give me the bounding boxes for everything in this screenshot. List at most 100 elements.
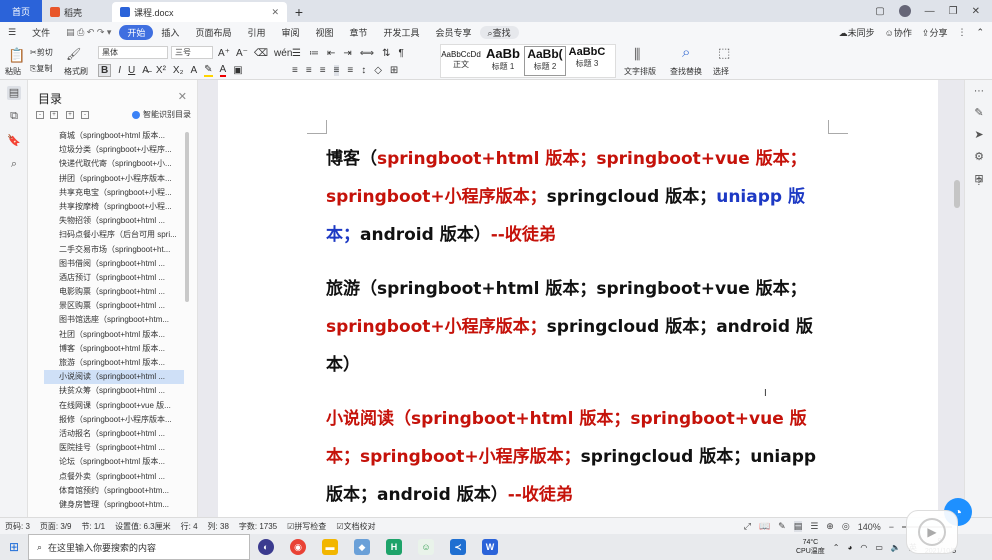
bullet-list-icon[interactable]: ☰ [292, 48, 301, 59]
expand-all-icon[interactable]: + [66, 111, 74, 119]
menu-view[interactable]: 视图 [307, 26, 341, 39]
grow-font-icon[interactable]: A⁺ [218, 48, 230, 59]
tab-document[interactable]: 课程.docx ✕ [112, 2, 287, 22]
toc-item[interactable]: 共享按摩椅（springboot+小程... [44, 200, 184, 214]
align-right-icon[interactable]: ≡ [320, 65, 326, 76]
outline-view-icon[interactable]: ☰ [810, 521, 818, 532]
remove-icon[interactable]: - [81, 111, 89, 119]
status-words[interactable]: 字数: 1735 [234, 521, 282, 532]
unsync-button[interactable]: ☁未同步 [839, 26, 875, 39]
strikethrough-icon[interactable]: A̶ [142, 65, 149, 76]
toc-item[interactable]: 失物招领（springboot+html ... [44, 214, 184, 228]
close-window-icon[interactable]: ✕ [972, 6, 980, 17]
italic-icon[interactable]: I [118, 65, 121, 76]
more-icon[interactable]: ⋮ [957, 27, 966, 38]
toc-item[interactable]: 报修（springboot+小程序版本... [44, 413, 184, 427]
line-spacing-icon[interactable]: ↕ [361, 65, 366, 76]
taskbar-app-7[interactable]: ≺ [442, 534, 474, 560]
find-replace-button[interactable]: 查找替换 [670, 66, 702, 77]
format-painter-button[interactable]: 格式刷 [64, 66, 88, 77]
taskbar-app-2[interactable]: ◉ [282, 534, 314, 560]
minimize-icon[interactable]: — [925, 6, 935, 17]
brush-icon[interactable]: 🖌 [66, 47, 81, 61]
tray-expand-icon[interactable]: ⌃ [833, 543, 840, 552]
cut-button[interactable]: ✂剪切 [30, 47, 53, 58]
close-tab-icon[interactable]: ✕ [271, 7, 279, 18]
toc-item[interactable]: 医院挂号（springboot+html ... [44, 441, 184, 455]
eye-protect-icon[interactable]: ◎ [842, 521, 850, 532]
video-player-widget[interactable]: ▶ [906, 510, 958, 554]
taskbar-app-6[interactable]: ☺ [410, 534, 442, 560]
toc-item[interactable]: 点餐外卖（springboot+html ... [44, 470, 184, 484]
numbered-list-icon[interactable]: ≔ [309, 48, 319, 59]
toc-item[interactable]: 共享充电宝（springboot+小程... [44, 186, 184, 200]
menu-file[interactable]: 文件 [24, 26, 58, 39]
taskbar-app-4[interactable]: ◆ [346, 534, 378, 560]
toc-item[interactable]: 扶贫众筹（springboot+html ... [44, 384, 184, 398]
menu-start[interactable]: 开始 [119, 24, 154, 40]
paste-icon[interactable]: 📋 [8, 47, 25, 64]
menu-review[interactable]: 审阅 [273, 26, 307, 39]
spell-check-button[interactable]: ☑拼写检查 [282, 521, 331, 532]
bold-icon[interactable]: B [98, 63, 112, 77]
toc-panel-icon[interactable]: ▤ [7, 86, 21, 100]
cpu-temp[interactable]: 74°C CPU温度 [796, 538, 825, 556]
text-effect-icon[interactable]: A [190, 65, 197, 76]
menu-insert[interactable]: 插入 [153, 26, 187, 39]
collapse-ribbon-icon[interactable]: ⌃ [976, 27, 984, 38]
restore-icon[interactable]: ❐ [949, 6, 958, 17]
taskbar-search[interactable]: ⌕ 在这里输入你要搜索的内容 [28, 534, 250, 560]
toc-item[interactable]: 拼团（springboot+小程序版本... [44, 172, 184, 186]
menu-member[interactable]: 会员专享 [428, 26, 480, 39]
toc-item[interactable]: 商城（springboot+html 版本... [44, 129, 184, 143]
web-view-icon[interactable]: ⊕ [826, 521, 834, 532]
taskbar-app-1[interactable]: ◐ [250, 534, 282, 560]
proofread-button[interactable]: ☑文档校对 [331, 521, 380, 532]
taskbar-app-8[interactable]: W [474, 534, 506, 560]
align-left-icon[interactable]: ≡ [292, 65, 298, 76]
phonetic-icon[interactable]: wén [274, 48, 292, 59]
distribute-icon[interactable]: ≡ [347, 65, 353, 76]
read-mode-icon[interactable]: 📖 [759, 521, 770, 532]
taskbar-app-3[interactable]: ▬ [314, 534, 346, 560]
windows-start-icon[interactable]: ⊞ [0, 534, 28, 560]
style-heading-3[interactable]: AaBbC 标题 3 [566, 46, 608, 76]
underline-icon[interactable]: U [128, 65, 135, 76]
copy-button[interactable]: ⎘复制 [30, 63, 52, 74]
text-layout-icon[interactable]: ⫼ [634, 46, 640, 63]
edit-mode-icon[interactable]: ✎ [778, 521, 786, 532]
toc-item[interactable]: 二手交易市场（springboot+ht... [44, 243, 184, 257]
toc-item[interactable]: 图书借阅（springboot+html ... [44, 257, 184, 271]
tab-straw[interactable]: 稻壳 [42, 2, 112, 22]
find-replace-icon[interactable]: ⌕ [682, 44, 690, 61]
document-scrollbar[interactable] [954, 180, 960, 208]
toc-item[interactable]: 图书馆选座（springboot+htm... [44, 313, 184, 327]
style-heading-1[interactable]: AaBb 标题 1 [482, 46, 524, 76]
tab-home[interactable]: 首页 [0, 0, 42, 22]
collab-button[interactable]: ☺协作 [885, 26, 912, 39]
zoom-out-icon[interactable]: − [889, 522, 894, 532]
toc-item[interactable]: 论坛（springboot+html 版本... [44, 455, 184, 469]
borders-icon[interactable]: ⊞ [390, 65, 398, 76]
toc-item[interactable]: 健身房管理（springboot+htm... [44, 498, 184, 512]
select-icon[interactable]: ⬚ [718, 45, 730, 61]
adjust-icon[interactable]: ⚙ [972, 150, 986, 164]
toc-item[interactable]: 体育馆预约（springboot+htm... [44, 484, 184, 498]
expand-icon[interactable]: + [50, 111, 58, 119]
bookmark-icon[interactable]: 🔖 [7, 134, 21, 148]
font-name-select[interactable]: 黑体 [98, 46, 168, 59]
sort-icon[interactable]: ⇅ [382, 48, 390, 59]
menu-chapter[interactable]: 章节 [342, 26, 376, 39]
font-size-select[interactable]: 三号 [171, 46, 213, 59]
menu-developer[interactable]: 开发工具 [376, 26, 428, 39]
toc-item[interactable]: 在线网课（springboot+vue 版... [44, 399, 184, 413]
qq-icon[interactable]: ◕ [847, 543, 852, 552]
clear-format-icon[interactable]: ⌫ [254, 48, 268, 59]
page-view-icon[interactable]: ▤ [793, 521, 803, 532]
align-center-icon[interactable]: ≡ [306, 65, 312, 76]
layout-icon[interactable]: ▢ [875, 6, 884, 17]
find-icon[interactable]: ⌕ [7, 158, 21, 172]
menu-reference[interactable]: 引用 [239, 26, 273, 39]
zoom-value[interactable]: 140% [858, 522, 881, 532]
style-normal[interactable]: AaBbCcDd 正文 [440, 46, 482, 76]
